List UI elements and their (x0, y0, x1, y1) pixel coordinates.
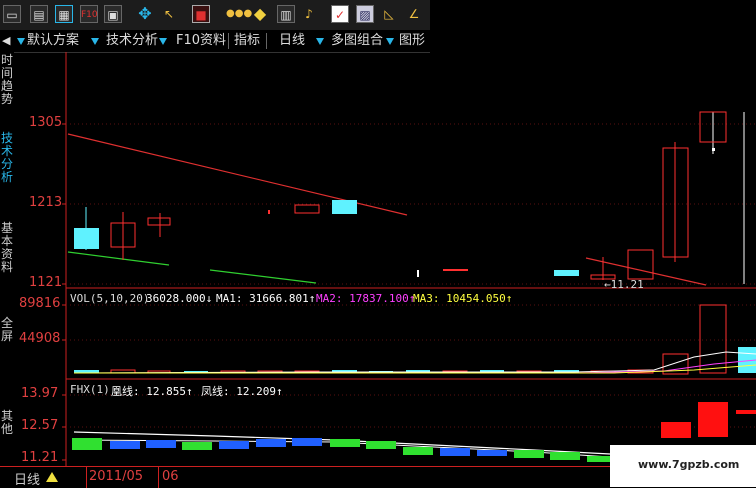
period-up-icon[interactable] (46, 472, 58, 482)
menu-default-scheme[interactable]: 默认方案 (27, 30, 79, 52)
warning-icon[interactable]: ◆ (251, 5, 269, 23)
menu-graphic[interactable]: 图形 (399, 30, 430, 52)
fhx-legend-huang: 凰线: 12.855↑ (111, 385, 193, 398)
separator (228, 33, 229, 49)
image-icon[interactable]: ▨ (356, 5, 374, 23)
stop-icon[interactable]: ■ (192, 5, 210, 23)
separator (266, 33, 267, 49)
left-tabs: 时间趋势 技术分析 基本资料 全屏 其他 (0, 52, 14, 470)
chevron-down-icon[interactable] (91, 38, 99, 45)
bell-icon[interactable]: ♪ (300, 5, 318, 23)
chart-canvas (62, 52, 756, 470)
folder-icon[interactable]: ▭ (3, 5, 21, 23)
price-label-low: 1121 (29, 275, 63, 290)
low-price-annotation: ←11.21 (604, 278, 644, 291)
candle (147, 217, 171, 226)
traffic-light-icon[interactable]: ●●● (226, 5, 252, 23)
price-label-high: 1305 (29, 115, 63, 130)
tab-tech-analysis[interactable]: 技术分析 (0, 132, 14, 184)
candle (74, 228, 99, 249)
bottom-bar: 日线 2011/05 06 (0, 466, 610, 488)
chart-icon[interactable]: ▤ (30, 5, 48, 23)
vol-label-high: 89816 (19, 296, 61, 311)
fhx-label-mid: 12.57 (21, 418, 59, 433)
chevron-down-icon[interactable] (386, 38, 394, 45)
candle (268, 210, 270, 214)
menu-multi-chart[interactable]: 多图组合 (331, 30, 383, 52)
chevron-down-icon[interactable] (17, 38, 25, 45)
watermark: www.7gpzb.com (638, 458, 740, 471)
fhx-label-low: 11.21 (21, 450, 59, 465)
grid-icon[interactable]: ▦ (55, 5, 73, 23)
trend-line-green-2 (209, 269, 317, 284)
vol-legend-ma1: MA1: 31666.801↑ (216, 292, 316, 305)
menu-tech-analysis[interactable]: 技术分析 (106, 30, 158, 52)
angle-icon[interactable]: ∠ (405, 5, 423, 23)
kline-chart[interactable]: 1305 1213 1121 89816 44908 13.97 12.57 1… (14, 52, 756, 470)
chevron-down-icon[interactable] (316, 38, 324, 45)
candle (627, 249, 654, 280)
vol-label-mid: 44908 (19, 331, 61, 346)
candle (417, 270, 419, 277)
vol-legend-ma3: MA3: 10454.050↑ (413, 292, 513, 305)
candle (332, 200, 357, 214)
menu-indicator[interactable]: 指标 (234, 30, 260, 52)
candles (74, 111, 745, 284)
calculator-icon[interactable]: ▥ (277, 5, 295, 23)
candle (554, 270, 579, 276)
candle (294, 204, 320, 214)
move-icon[interactable]: ✥ (136, 5, 154, 23)
tab-other[interactable]: 其他 (0, 410, 14, 436)
fhx-label-high: 13.97 (21, 386, 59, 401)
candle (443, 269, 468, 271)
vol-legend-ma2: MA2: 17837.100↑ (316, 292, 416, 305)
info-icon[interactable]: ▣ (104, 5, 122, 23)
vol-legend-name: VOL(5,10,20) (70, 292, 150, 305)
period-label[interactable]: 日线 (14, 469, 40, 488)
toolbar: ▭ ▤ ▦ F10 ▣ ✥ ↖ ■ ●●● ◆ ▥ ♪ ✓ ▨ ◺ ∠ (0, 0, 430, 31)
vol-legend-value: 36028.000↓ (146, 292, 213, 305)
menu-bar: ◀ 默认方案 技术分析 F10资料 指标 日线 多图组合 图形 (0, 30, 430, 53)
date-label-2: 06 (162, 469, 179, 484)
chevron-down-icon[interactable] (159, 38, 167, 45)
tab-basic-info[interactable]: 基本资料 (0, 222, 14, 274)
check-icon[interactable]: ✓ (331, 5, 349, 23)
collapse-arrow-icon[interactable]: ◀ (2, 30, 10, 52)
fhx-legend-name: FHX(1) (70, 383, 110, 396)
tab-time-trend[interactable]: 时间趋势 (0, 54, 14, 106)
cursor-icon[interactable]: ↖ (160, 5, 178, 23)
menu-f10[interactable]: F10资料 (176, 30, 226, 52)
trend-line-green (67, 251, 170, 266)
date-label: 2011/05 (89, 469, 144, 484)
tab-fullscreen[interactable]: 全屏 (0, 317, 14, 343)
news-icon[interactable]: F10 (80, 5, 98, 23)
menu-daily[interactable]: 日线 (279, 30, 305, 52)
fhx-legend-feng: 凤线: 12.209↑ (201, 385, 283, 398)
draw-icon[interactable]: ◺ (380, 5, 398, 23)
price-label-mid: 1213 (29, 195, 63, 210)
